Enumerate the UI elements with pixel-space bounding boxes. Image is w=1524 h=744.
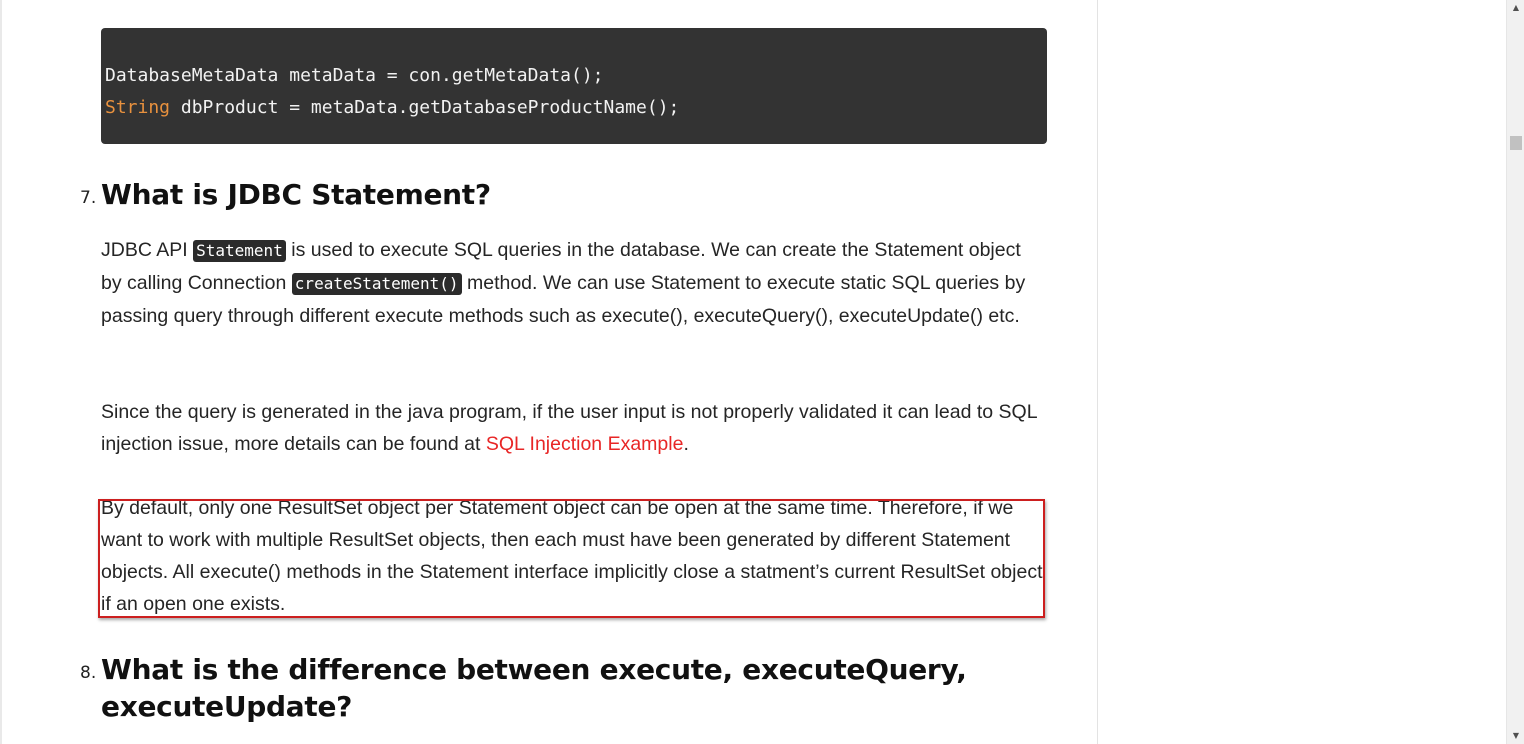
section-7-paragraph-3: By default, only one ResultSet object pe… [101,497,1043,615]
triangle-down-icon[interactable]: ▼ [1507,728,1524,744]
code-line-2: dbProduct = metaData.getDatabaseProductN… [170,97,680,118]
inline-code-statement: Statement [193,240,286,262]
code-line-1: DatabaseMetaData metaData = con.getMetaD… [105,65,604,86]
triangle-up-icon[interactable]: ▲ [1507,0,1524,16]
section-7-paragraph-1: JDBC API Statement is used to execute SQ… [101,234,1045,332]
section-8-heading-line-1: What is the difference between execute, … [101,653,967,686]
scrollbar-thumb[interactable] [1510,136,1522,150]
code-block: DatabaseMetaData metaData = con.getMetaD… [101,28,1047,144]
section-8-heading: What is the difference between execute, … [101,651,967,725]
code-keyword-string: String [105,97,171,118]
page-scrollbar[interactable]: ▲ ▼ [1506,0,1524,744]
right-sidebar [1097,0,1506,744]
paragraph-text: . [683,433,689,455]
section-7-paragraph-2: Since the query is generated in the java… [101,396,1045,460]
section-8-number: 8. [80,663,97,683]
sql-injection-example-link[interactable]: SQL Injection Example [486,433,684,455]
inline-code-create-statement: createStatement() [291,273,462,295]
paragraph-text: JDBC API [101,239,194,261]
section-8-heading-line-2: executeUpdate? [101,690,353,723]
article-content: DatabaseMetaData metaData = con.getMetaD… [0,0,1097,744]
section-7-number: 7. [80,188,97,208]
section-7-heading: What is JDBC Statement? [101,178,491,211]
